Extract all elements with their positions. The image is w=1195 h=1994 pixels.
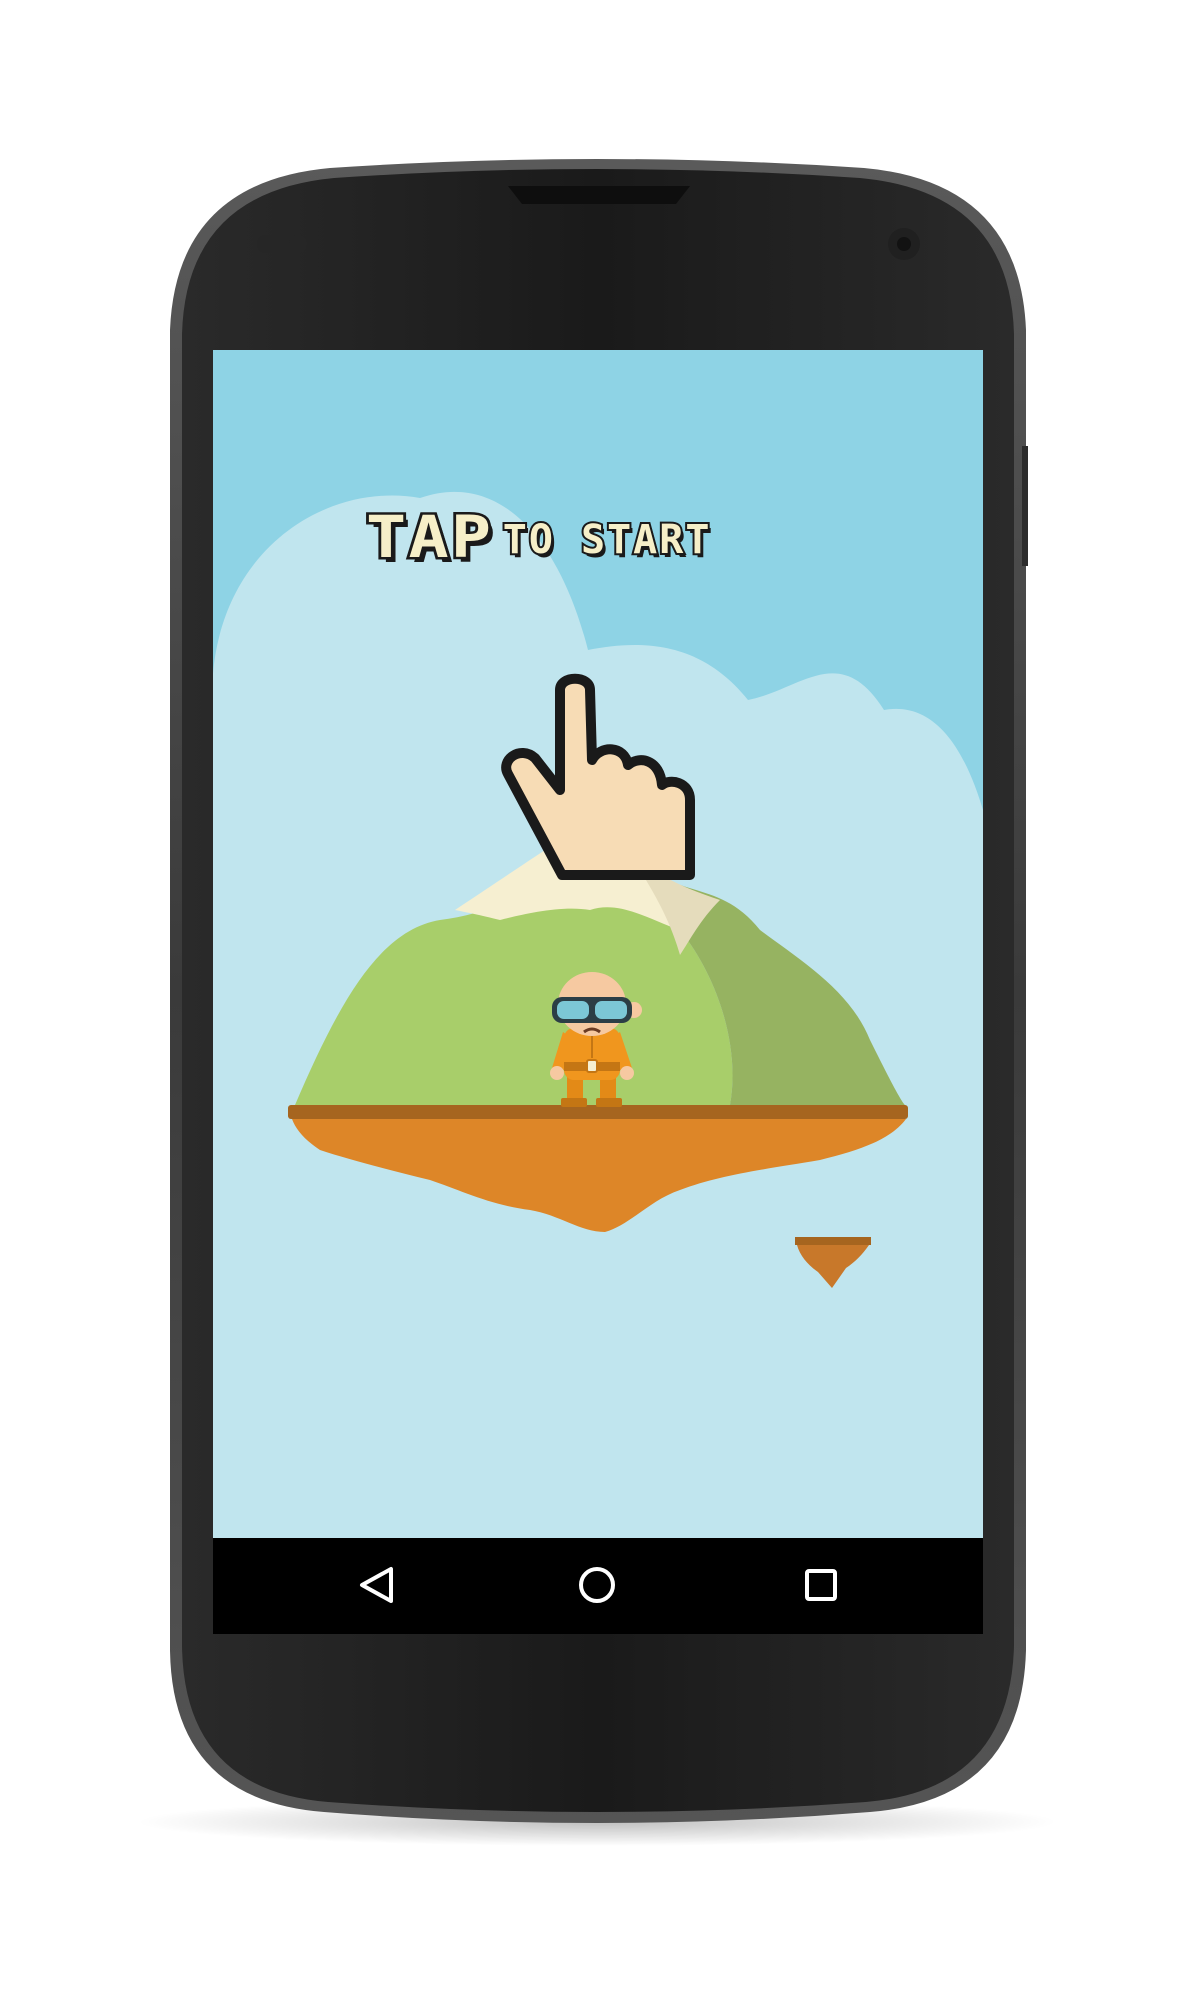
small-platform-edge [795,1237,871,1245]
triangle-back-icon [360,1567,393,1603]
back-button[interactable] [340,1550,410,1620]
ground-edge [288,1105,908,1119]
speaker-grille [508,186,690,204]
tap-to-start-title: TAP TO START [363,503,836,578]
phone-body [137,159,1057,1846]
title-tap: TAP [363,503,494,571]
circle-home-icon [579,1567,615,1603]
device-frame: TAP TO START [0,0,1195,1994]
camera-lens [897,237,911,251]
volume-button [1022,446,1028,566]
square-recents-icon [805,1569,837,1601]
title-to-start: TO START [501,517,712,563]
recents-button[interactable] [786,1550,856,1620]
sensor-dot [257,235,275,253]
sensor-dot [289,235,307,253]
home-button[interactable] [562,1550,632,1620]
